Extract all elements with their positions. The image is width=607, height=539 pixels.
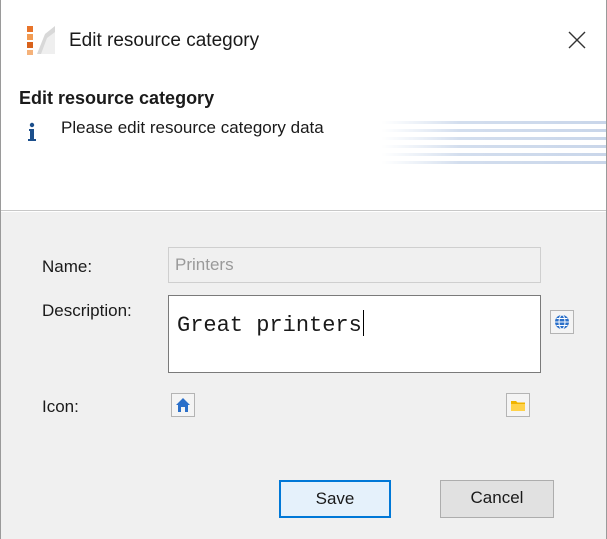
name-field: Printers [168, 247, 541, 283]
dialog-body: Name: Printers Description: Great printe… [1, 212, 606, 539]
selected-icon-button[interactable] [171, 393, 195, 417]
description-field[interactable]: Great printers [168, 295, 541, 373]
info-icon [25, 120, 39, 142]
description-label: Description: [42, 301, 132, 320]
dialog-header: Edit resource category Please edit resou… [1, 78, 606, 210]
header-title: Edit resource category [19, 88, 215, 108]
icon-label: Icon: [42, 397, 79, 416]
text-caret [362, 310, 364, 336]
title-bar[interactable]: Edit resource category [1, 0, 606, 78]
description-text: Great printers [177, 313, 362, 338]
home-icon [176, 398, 190, 412]
name-label: Name: [42, 257, 93, 276]
browse-icon-button[interactable] [506, 393, 530, 417]
cancel-button[interactable]: Cancel [440, 480, 554, 518]
header-message: Please edit resource category data [61, 118, 324, 137]
folder-icon [511, 401, 525, 411]
globe-icon [555, 314, 569, 330]
close-icon [568, 31, 586, 49]
save-button[interactable]: Save [279, 480, 391, 518]
window-title: Edit resource category [69, 30, 260, 51]
close-button[interactable] [555, 18, 599, 62]
edit-resource-category-dialog: Edit resource category Edit resource cat… [0, 0, 607, 539]
header-decoration [381, 121, 606, 164]
translate-button[interactable] [550, 310, 574, 334]
resource-category-icon [25, 24, 57, 56]
